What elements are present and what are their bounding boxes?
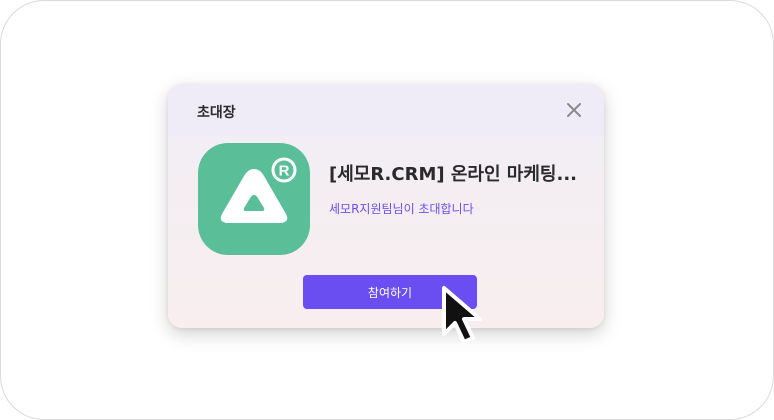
mouse-pointer-icon [436,284,504,352]
invite-text: 세모R지원팀님이 초대합니다 [329,202,474,216]
invitation-dialog: 초대장 R [세모R.CRM] 온라인 마케팅... 세모R지원팀님이 초대합니… [168,84,604,328]
close-icon[interactable] [564,100,584,120]
dialog-header: 초대장 [168,84,604,136]
semor-logo-icon: R [220,157,297,223]
app-logo: R [198,143,310,255]
svg-text:R: R [279,163,290,180]
event-title: [세모R.CRM] 온라인 마케팅... [329,164,577,185]
dialog-title: 초대장 [197,105,236,121]
